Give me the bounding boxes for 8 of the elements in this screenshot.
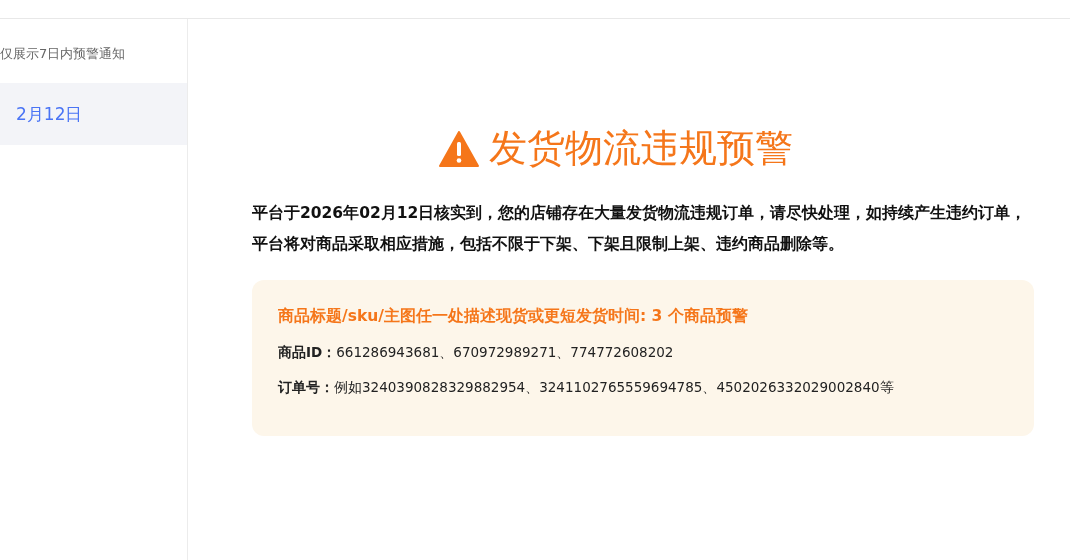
- alert-title: 发货物流违规预警: [489, 125, 793, 172]
- date-item[interactable]: 2月12日: [0, 83, 187, 145]
- alert-message: 平台于2026年02月12日核实到，您的店铺存在大量发货物流违规订单，请尽快处理，如持续产生违约订单，平台将对商品采取相应措施，包括不限于下架、下架且限制上架、违约商品删除等。: [252, 203, 1028, 255]
- sidebar-note: 仅展示7日内预警通知: [0, 45, 127, 63]
- detail-line: 商品ID：661286943681、670972989271、774772608202: [278, 344, 675, 362]
- card-heading: 商品标题/sku/主图任一处描述现货或更短发货时间: 3 个商品预警: [278, 306, 749, 327]
- warning-icon: [439, 130, 479, 167]
- detail-line: 订单号：例如3240390828329882954、3241102765559694785、4502026332029002840等: [278, 379, 895, 397]
